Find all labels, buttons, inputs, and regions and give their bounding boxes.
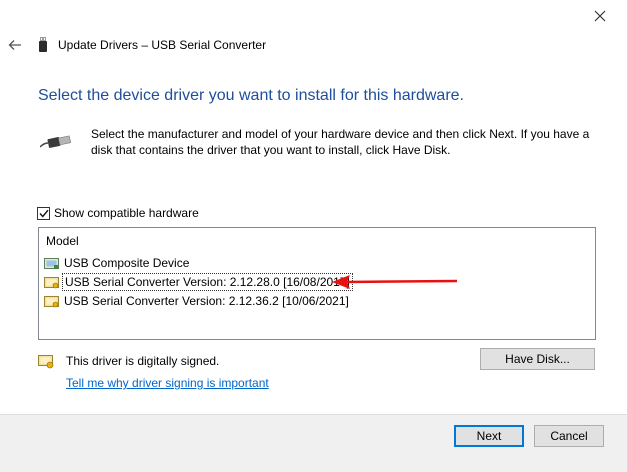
window-title: Update Drivers – USB Serial Converter (58, 38, 267, 52)
signed-driver-icon (44, 276, 59, 288)
close-icon (594, 10, 606, 22)
instructions-text: Select the manufacturer and model of you… (91, 127, 590, 157)
driver-signing-link[interactable]: Tell me why driver signing is important (66, 376, 269, 390)
back-button[interactable] (4, 34, 26, 56)
close-button[interactable] (580, 2, 620, 30)
list-item-label: USB Serial Converter Version: 2.12.36.2 … (64, 294, 349, 308)
page-heading: Select the device driver you want to ins… (38, 87, 464, 104)
dialog-footer (0, 414, 627, 472)
signed-driver-icon (38, 355, 54, 369)
show-compatible-checkbox[interactable] (37, 206, 50, 220)
signed-driver-icon (44, 295, 59, 307)
list-item-label: USB Serial Converter Version: 2.12.28.0 … (62, 273, 353, 291)
device-icon (44, 257, 59, 269)
show-compatible-checkbox-row[interactable]: Show compatible hardware (37, 206, 199, 220)
model-column-header: Model (46, 234, 79, 248)
red-arrow-icon (332, 275, 458, 289)
signing-status: This driver is digitally signed. (66, 354, 220, 368)
usb-device-icon (39, 37, 47, 52)
model-listbox[interactable]: Model USB Composite Device USB Serial Co… (38, 227, 596, 340)
back-arrow-icon (8, 40, 21, 50)
list-item[interactable]: USB Serial Converter Version: 2.12.36.2 … (44, 292, 351, 310)
list-item[interactable]: USB Composite Device (44, 254, 191, 272)
usb-plug-icon (40, 135, 72, 148)
update-drivers-dialog: Update Drivers – USB Serial Converter Se… (0, 0, 628, 472)
list-item-label: USB Composite Device (64, 256, 190, 270)
list-item-selected[interactable]: USB Serial Converter Version: 2.12.28.0 … (44, 273, 353, 291)
show-compatible-label: Show compatible hardware (54, 206, 199, 220)
checkmark-icon (38, 209, 49, 218)
next-button[interactable]: Next (454, 425, 524, 447)
cancel-button[interactable]: Cancel (534, 425, 604, 447)
have-disk-button[interactable]: Have Disk... (480, 348, 595, 370)
